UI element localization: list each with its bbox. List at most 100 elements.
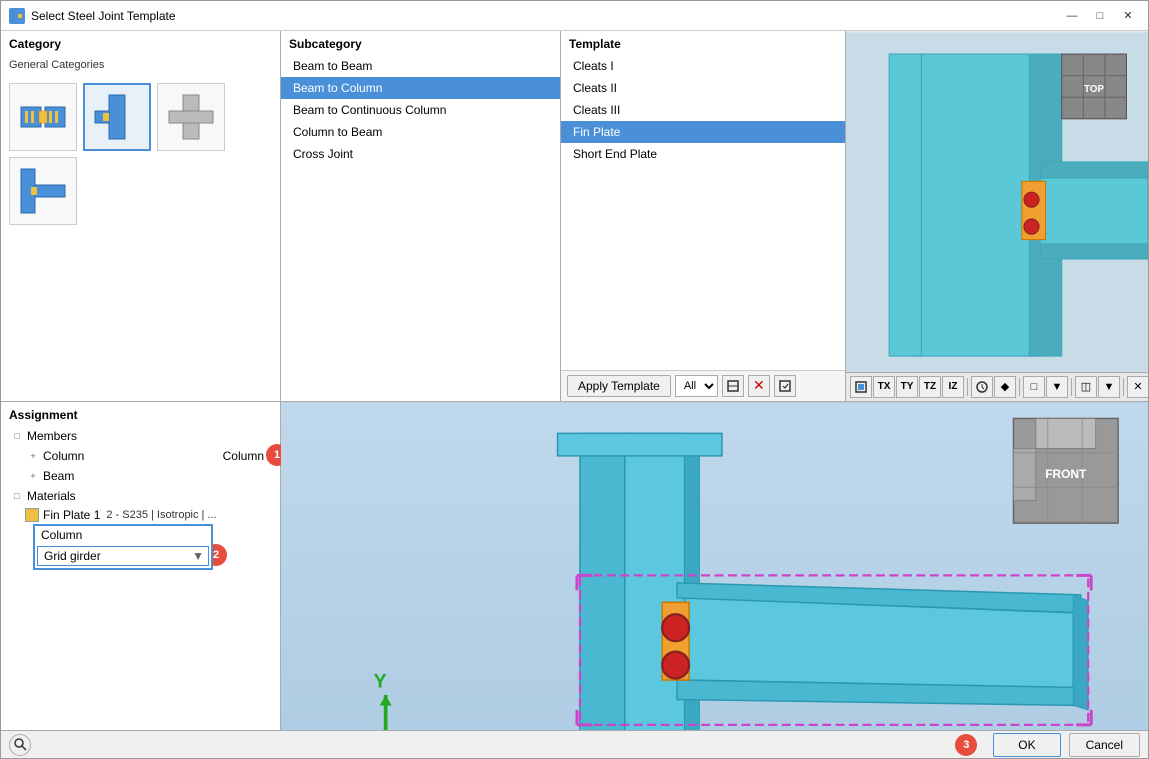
maximize-button[interactable]: □	[1088, 7, 1112, 25]
window-controls: — □ ✕	[1060, 7, 1140, 25]
category-icon-3[interactable]	[157, 83, 225, 151]
template-header: Template	[561, 31, 845, 55]
category-icon-1[interactable]	[9, 83, 77, 151]
template-item-cleats-iii[interactable]: Cleats III	[561, 99, 845, 121]
main-3d-svg: X Y Z	[281, 402, 1148, 730]
template-item-cleats-i[interactable]: Cleats I	[561, 55, 845, 77]
template-filter-dropdown[interactable]: All	[675, 375, 718, 397]
view-btn-2[interactable]: TX	[873, 376, 895, 398]
bottom-section: Assignment □ Members + Column Column 1	[1, 402, 1148, 730]
beam-label: Beam	[43, 469, 74, 483]
subcategory-item-column-to-beam[interactable]: Column to Beam	[281, 121, 560, 143]
materials-group: □ Materials	[1, 486, 280, 506]
cancel-button[interactable]: Cancel	[1069, 733, 1140, 757]
general-categories-label: General Categories	[1, 55, 280, 75]
template-bottom-bar: Apply Template All ✕	[561, 370, 845, 401]
view-btn-10[interactable]: ✕	[1127, 376, 1148, 398]
template-list: Cleats I Cleats II Cleats III Fin Plate …	[561, 55, 845, 370]
materials-label: Materials	[27, 489, 76, 503]
subcategory-list: Beam to Beam Beam to Column Beam to Cont…	[281, 55, 560, 165]
template-toolbar-btn-3[interactable]	[774, 375, 796, 397]
app-icon	[9, 8, 25, 24]
template-item-short-end-plate[interactable]: Short End Plate	[561, 143, 845, 165]
separator-4	[1123, 378, 1124, 396]
search-status-btn[interactable]	[9, 734, 31, 756]
members-label: Members	[27, 429, 77, 443]
materials-tree: □ Materials Fin Plate 1 2 - S235 | Isotr…	[1, 486, 280, 524]
category-panel: Category General Categories	[1, 31, 281, 401]
view-btn-6[interactable]	[971, 376, 993, 398]
beam-dropdown-popup: Column Grid girder ▼ 2	[33, 524, 280, 570]
fin-plate-material-label: Fin Plate 1	[43, 508, 100, 522]
subcategory-item-cross-joint[interactable]: Cross Joint	[281, 143, 560, 165]
minimize-button[interactable]: —	[1060, 7, 1084, 25]
ok-button[interactable]: OK	[993, 733, 1060, 757]
template-panel: Template Cleats I Cleats II Cleats III F…	[561, 31, 846, 401]
category-icon-2[interactable]	[83, 83, 151, 151]
close-button[interactable]: ✕	[1116, 7, 1140, 25]
column-value: Column	[223, 449, 264, 463]
beam-dropdown-wrapper: Column Grid girder ▼ 2	[33, 524, 213, 570]
main-3d-viewport: X Y Z	[281, 402, 1148, 730]
view-btn-9[interactable]: ◫	[1075, 376, 1097, 398]
view-toolbar-group: TX TY TZ IZ ◆ □ ▼	[850, 376, 1148, 398]
ok-badge: 3	[955, 734, 977, 756]
beam-tree-item[interactable]: + Beam	[1, 466, 280, 486]
category-header: Category	[1, 31, 280, 55]
subcategory-item-beam-to-beam[interactable]: Beam to Beam	[281, 55, 560, 77]
top-preview-svg: TOP	[846, 31, 1148, 401]
title-bar: Select Steel Joint Template — □ ✕	[1, 1, 1148, 31]
beam-selected-value: Grid girder	[38, 547, 188, 565]
view-btn-4[interactable]: TZ	[919, 376, 941, 398]
top-section: Category General Categories	[1, 31, 1148, 402]
view-dropdown-1: ▼	[1046, 376, 1068, 398]
main-window: Select Steel Joint Template — □ ✕ Catego…	[0, 0, 1149, 759]
main-content: Category General Categories	[1, 31, 1148, 758]
beam-dropdown-arrow[interactable]: ▼	[188, 549, 208, 563]
category-icons-grid	[1, 75, 280, 233]
material-color-swatch	[25, 508, 39, 522]
template-toolbar-btn-2[interactable]: ✕	[748, 375, 770, 397]
column-tree-item[interactable]: + Column Column 1	[1, 446, 280, 466]
view-dropdown-2: ▼	[1098, 376, 1120, 398]
subcategory-item-beam-to-column[interactable]: Beam to Column	[281, 77, 560, 99]
assignment-panel: Assignment □ Members + Column Column 1	[1, 402, 281, 730]
view-btn-8[interactable]: □	[1023, 376, 1045, 398]
apply-template-button[interactable]: Apply Template	[567, 375, 671, 397]
svg-text:FRONT: FRONT	[1045, 467, 1087, 481]
beam-dropdown-col-option[interactable]: Column	[35, 526, 211, 544]
members-tree: □ Members + Column Column 1 + Beam	[1, 426, 280, 486]
view-btn-1[interactable]	[850, 376, 872, 398]
subcategory-item-beam-to-continuous-column[interactable]: Beam to Continuous Column	[281, 99, 560, 121]
beam-inline-dropdown: Column Grid girder ▼	[33, 524, 213, 570]
window-title: Select Steel Joint Template	[31, 9, 1060, 23]
fin-plate-material-value: 2 - S235 | Isotropic | ...	[106, 509, 216, 521]
beam-dropdown-selected: Grid girder ▼	[37, 546, 209, 566]
svg-text:Y: Y	[374, 670, 387, 692]
members-expand-icon[interactable]: □	[9, 428, 25, 444]
members-group: □ Members	[1, 426, 280, 446]
column-expand-icon[interactable]: +	[25, 448, 41, 464]
view-dropdown-btn-2[interactable]: ▼	[1098, 376, 1120, 398]
subcategory-header: Subcategory	[281, 31, 560, 55]
separator-1	[967, 378, 968, 396]
viewport-canvas: X Y Z	[281, 402, 1148, 730]
category-icon-4[interactable]	[9, 157, 77, 225]
template-item-cleats-ii[interactable]: Cleats II	[561, 77, 845, 99]
view-btn-3[interactable]: TY	[896, 376, 918, 398]
top-preview-panel: TOP TX TY TZ	[846, 31, 1148, 401]
fin-plate-material-item[interactable]: Fin Plate 1 2 - S235 | Isotropic | ...	[1, 506, 280, 524]
view-dropdown-btn-1[interactable]: ▼	[1046, 376, 1068, 398]
beam-expand-icon[interactable]: +	[25, 468, 41, 484]
separator-3	[1071, 378, 1072, 396]
view-btn-7[interactable]: ◆	[994, 376, 1016, 398]
view-btn-5[interactable]: IZ	[942, 376, 964, 398]
top-preview-toolbar: TX TY TZ IZ ◆ □ ▼	[846, 372, 1148, 401]
template-toolbar-btn-1[interactable]	[722, 375, 744, 397]
column-label: Column	[43, 449, 84, 463]
materials-expand-icon[interactable]: □	[9, 488, 25, 504]
assignment-header: Assignment	[1, 402, 280, 426]
svg-text:TOP: TOP	[1084, 84, 1104, 95]
template-item-fin-plate[interactable]: Fin Plate	[561, 121, 845, 143]
separator-2	[1019, 378, 1020, 396]
